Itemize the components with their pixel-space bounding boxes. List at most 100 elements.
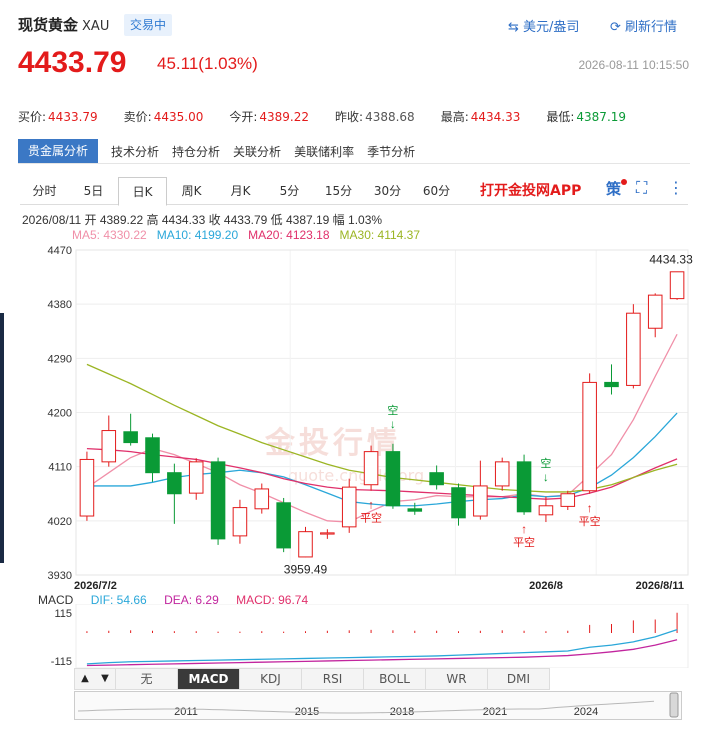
refresh-icon: ⟳ — [610, 20, 621, 35]
y-tick-label: 4020 — [48, 516, 72, 528]
y-tick-label: 4470 — [48, 245, 72, 257]
candle-body — [79, 458, 95, 517]
candle-body — [494, 461, 510, 487]
candle-body — [232, 507, 248, 537]
stat-3: 昨收: 4388.68 — [335, 108, 415, 125]
instrument-code: XAU — [82, 19, 110, 34]
candle-body — [516, 461, 532, 513]
indicator-tab-5[interactable]: WR — [425, 669, 487, 689]
tab-2[interactable]: 持仓分析 — [172, 143, 220, 160]
navigator-year-label: 2021 — [483, 706, 507, 718]
navigator-year-label: 2024 — [574, 706, 598, 718]
current-price: 4433.79 — [18, 46, 127, 79]
candle-body — [385, 451, 401, 507]
candle-body — [123, 431, 138, 444]
period-tab-0[interactable]: 分时 — [20, 177, 69, 205]
up-arrow-icon: ↑ — [368, 498, 374, 512]
time-navigator[interactable]: 2011 2015 2018 2021 2024 — [74, 691, 682, 721]
x-tick-label: 2026/7/2 — [74, 580, 117, 590]
tab-1[interactable]: 技术分析 — [111, 143, 159, 160]
dea-line — [86, 639, 678, 667]
macd-tick-label: -115 — [51, 656, 72, 668]
candle-body — [298, 531, 313, 558]
indicator-tabs: ▲ ▼ 无 MACD KDJ RSI BOLL WR DMI — [74, 668, 550, 690]
open-app-link[interactable]: 打开金投网APP — [480, 180, 581, 200]
candle-body — [276, 502, 291, 549]
period-tab-4[interactable]: 月K — [216, 177, 265, 205]
tab-5[interactable]: 季节分析 — [367, 143, 415, 160]
indicator-tab-3[interactable]: RSI — [301, 669, 363, 689]
stat-value: 4388.68 — [365, 110, 415, 124]
cover-signal-label: 平空 — [360, 511, 382, 525]
candle-body — [341, 486, 357, 528]
candle-body — [167, 472, 182, 495]
high-annotation: 4434.33 — [649, 252, 693, 266]
short-signal-label: 空 — [387, 403, 398, 417]
x-tick-label: 2026/8/11 — [636, 580, 684, 590]
y-tick-label: 4380 — [48, 299, 72, 311]
currency-unit-link[interactable]: ⇆ 美元/盎司 — [508, 16, 579, 35]
notification-dot — [621, 179, 627, 185]
instrument-title: 现货黄金 XAU — [18, 14, 109, 35]
candle-body — [560, 493, 576, 507]
candle-body — [188, 461, 204, 494]
stat-value: 4433.79 — [48, 110, 98, 124]
short-signal-label: 空 — [540, 456, 551, 470]
scroll-up-icon[interactable]: ▲ — [75, 669, 95, 689]
stat-label: 昨收: — [335, 110, 364, 124]
stat-2: 今开: 4389.22 — [229, 108, 309, 125]
stat-5: 最低: 4387.19 — [546, 108, 626, 125]
period-tab-6[interactable]: 15分 — [314, 177, 363, 205]
up-arrow-icon: ↑ — [521, 522, 527, 536]
indicator-tab-0[interactable]: 无 — [115, 669, 177, 689]
period-tab-8[interactable]: 60分 — [412, 177, 461, 205]
stat-value: 4434.33 — [470, 110, 521, 124]
indicator-tab-2[interactable]: KDJ — [239, 669, 301, 689]
price-change: 45.11(1.03%) — [157, 54, 258, 73]
x-tick-label: 2026/8 — [529, 580, 563, 590]
candle-body — [429, 472, 444, 486]
more-icon[interactable]: ⋮ — [668, 178, 684, 197]
cover-signal-label: 平空 — [579, 514, 601, 528]
tab-4[interactable]: 美联储利率 — [294, 143, 354, 160]
swap-icon: ⇆ — [508, 20, 519, 35]
scroll-down-icon[interactable]: ▼ — [95, 669, 115, 689]
analysis-tabs: 贵金属分析 技术分析 持仓分析 关联分析 美联储利率 季节分析 — [18, 139, 428, 163]
stat-value: 4389.22 — [259, 110, 310, 124]
indicator-tab-1[interactable]: MACD — [177, 669, 239, 689]
refresh-quote-link[interactable]: ⟳ 刷新行情 — [610, 16, 677, 35]
stat-label: 今开: — [229, 110, 258, 124]
candle-body — [582, 381, 597, 492]
stat-label: 最低: — [546, 110, 575, 124]
indicator-tab-6[interactable]: DMI — [487, 669, 549, 689]
period-tab-3[interactable]: 周K — [167, 177, 216, 205]
period-tab-5[interactable]: 5分 — [265, 177, 314, 205]
stat-value: 4387.19 — [576, 110, 627, 124]
candle-body — [407, 508, 423, 512]
period-tab-2[interactable]: 日K — [118, 176, 167, 206]
tab-3[interactable]: 关联分析 — [233, 143, 281, 160]
indicator-tab-4[interactable]: BOLL — [363, 669, 425, 689]
candle-body — [604, 381, 619, 388]
up-arrow-icon: ↑ — [587, 501, 593, 515]
fullscreen-icon[interactable]: ⛶ — [636, 178, 647, 198]
candle-body — [669, 271, 685, 300]
period-tabs: 分时 5日 日K 周K 月K 5分 15分 30分 60分 — [20, 176, 688, 206]
low-annotation: 3959.49 — [284, 562, 328, 576]
quote-stats: 买价: 4433.79 卖价: 4435.00 今开: 4389.22 昨收: 4388.68… — [18, 108, 698, 125]
y-tick-label: 4290 — [48, 353, 72, 365]
ohlc-summary: 2026/08/11 开 4389.22 高 4434.33 收 4433.79… — [22, 213, 383, 227]
period-tab-7[interactable]: 30分 — [363, 177, 412, 205]
navigator-handle[interactable] — [669, 692, 679, 718]
candle-body — [647, 294, 663, 329]
tab-0[interactable]: 贵金属分析 — [18, 139, 99, 163]
period-tab-1[interactable]: 5日 — [69, 177, 118, 205]
strategy-button[interactable]: 策 — [606, 178, 621, 199]
candle-body — [473, 485, 488, 517]
candlestick-chart[interactable]: 4470 4380 4290 4200 4110 4020 3930 3959.49 4434.… — [0, 240, 711, 590]
navigator-year-label: 2011 — [174, 706, 198, 718]
down-arrow-icon: ↓ — [390, 417, 396, 431]
cover-signal-label: 平空 — [513, 535, 535, 549]
macd-tick-label: 115 — [54, 608, 72, 620]
stat-label: 卖价: — [123, 110, 152, 124]
